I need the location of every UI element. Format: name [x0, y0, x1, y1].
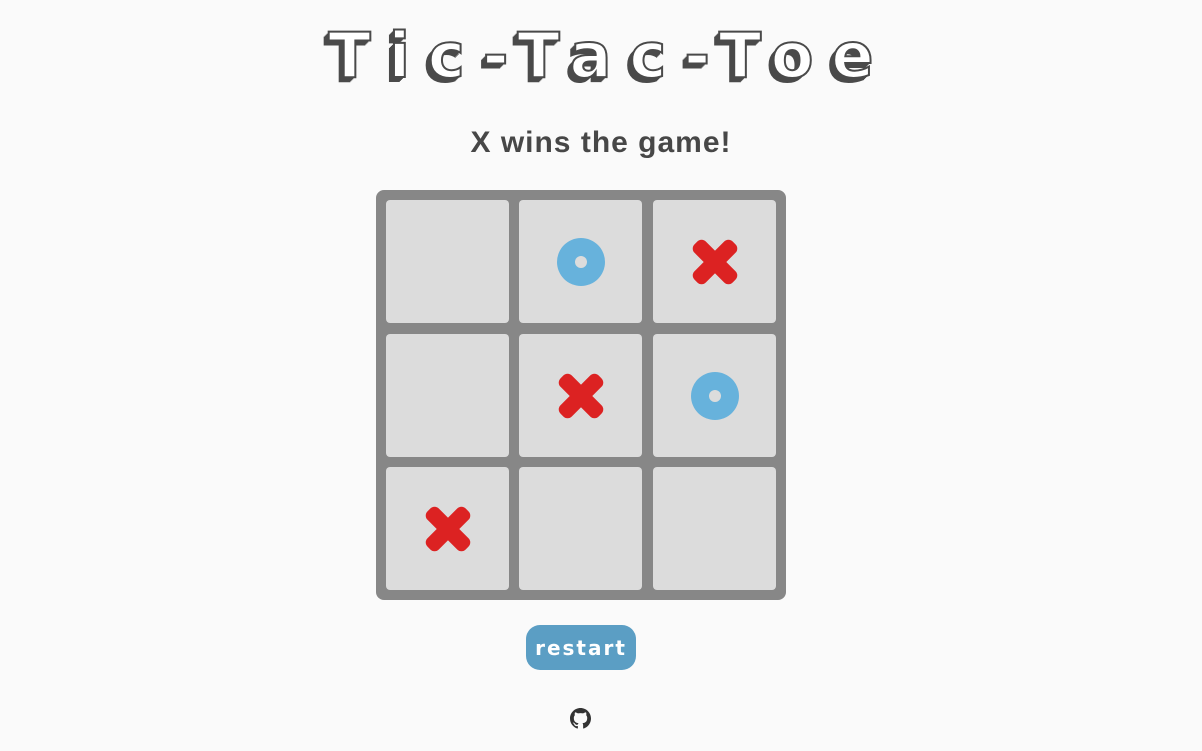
cell-r1-c3[interactable] [653, 200, 776, 323]
o-mark [690, 371, 739, 420]
cell-r3-c3[interactable] [653, 467, 776, 590]
cell-r3-c1[interactable] [386, 467, 509, 590]
cell-r2-c2[interactable] [519, 334, 642, 457]
game-status: X wins the game! [470, 126, 732, 159]
cell-r2-c1[interactable] [386, 334, 509, 457]
x-mark [555, 370, 606, 421]
page-title: Tic-Tac-Toe [327, 18, 892, 93]
cell-r2-c3[interactable] [653, 334, 776, 457]
github-icon[interactable] [570, 708, 591, 729]
restart-button[interactable]: restart [526, 625, 636, 670]
cell-r1-c2[interactable] [519, 200, 642, 323]
x-mark [689, 236, 740, 287]
x-mark [422, 503, 473, 554]
cell-r3-c2[interactable] [519, 467, 642, 590]
game-board [376, 190, 786, 600]
o-mark [556, 237, 605, 286]
cell-r1-c1[interactable] [386, 200, 509, 323]
